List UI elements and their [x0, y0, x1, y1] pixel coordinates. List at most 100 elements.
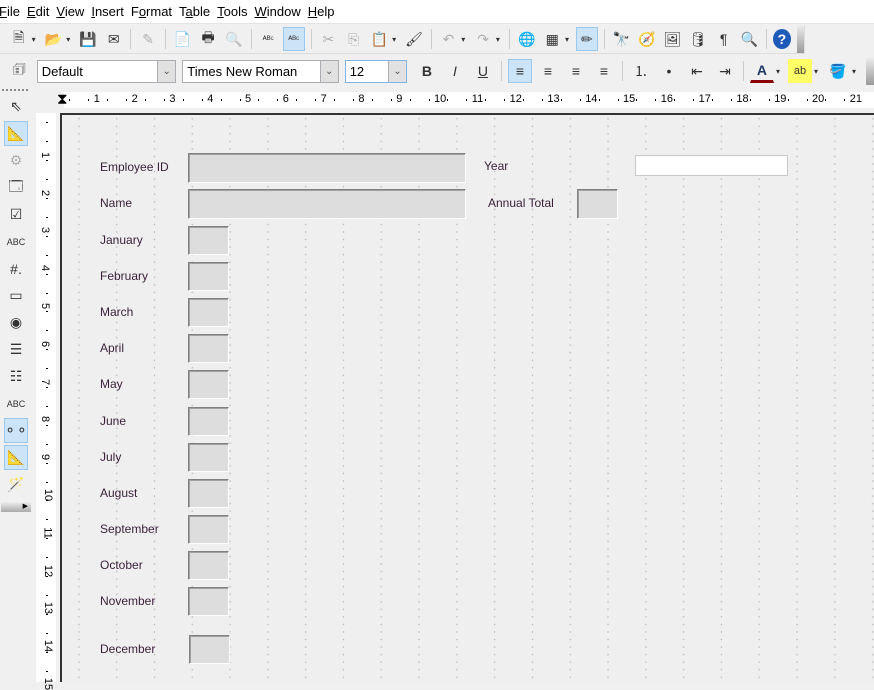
menu-format[interactable]: Format [131, 4, 179, 19]
label-field-icon[interactable]: ABC [4, 391, 28, 416]
november-field[interactable] [188, 587, 229, 616]
menu-insert[interactable]: Insert [91, 4, 131, 19]
save-icon[interactable]: 💾 [77, 27, 99, 51]
email-icon[interactable]: ✉ [103, 27, 125, 51]
align-right-icon[interactable]: ≡ [564, 59, 588, 83]
combo-box-icon[interactable]: ☷ [4, 364, 28, 389]
paste-icon[interactable]: 📋 [369, 27, 391, 51]
document-page[interactable]: Employee ID Name Year Annual Total Janua… [60, 113, 874, 682]
menu-tools[interactable]: Tools [217, 4, 254, 19]
april-field[interactable] [188, 334, 229, 364]
dropdown-arrow-icon[interactable]: ▾ [392, 35, 399, 44]
background-color-icon[interactable]: 🪣 [826, 59, 850, 83]
navigator-icon[interactable]: 🧭 [636, 27, 658, 51]
name-field[interactable] [188, 189, 466, 219]
font-size-select[interactable]: 12 ⌄ [344, 59, 407, 83]
bullets-icon[interactable]: • [657, 59, 681, 83]
tab-stop-icon[interactable]: ⧗ [57, 91, 68, 108]
chevron-down-icon[interactable]: ⌄ [319, 60, 338, 82]
print-icon[interactable]: 🖶 [197, 27, 219, 51]
february-field[interactable] [188, 262, 229, 292]
align-left-icon[interactable]: ≡ [507, 59, 532, 83]
horizontal-ruler[interactable]: ⧗ 1 2 3 4 5 6 7 8 9 10 11 12 13 14 15 16 17 18 19 20 21 [36, 90, 874, 110]
hyperlink-icon[interactable]: 🌐 [516, 27, 538, 51]
new-document-icon[interactable]: 🗎 [8, 27, 30, 51]
gallery-icon[interactable]: 🖼 [662, 27, 684, 51]
spellcheck-icon[interactable]: ᴬᴮᶜ [257, 27, 279, 51]
more-controls-icon[interactable]: ⚬⚬ [4, 418, 28, 443]
june-field[interactable] [188, 406, 229, 436]
august-field[interactable] [188, 478, 229, 508]
employee-id-field[interactable] [188, 153, 466, 183]
dropdown-arrow-icon[interactable]: ▾ [496, 35, 503, 44]
justify-icon[interactable]: ≡ [592, 59, 616, 83]
year-field[interactable] [635, 155, 788, 176]
underline-icon[interactable]: U [471, 59, 495, 83]
dropdown-arrow-icon[interactable]: ▾ [852, 67, 860, 76]
show-draw-functions-icon[interactable]: ✏ [576, 27, 598, 51]
chevron-down-icon[interactable]: ⌄ [157, 60, 176, 82]
bold-icon[interactable]: B [415, 59, 439, 83]
numbering-icon[interactable]: ⒈ [629, 59, 653, 83]
toolbar-overflow-grip[interactable] [796, 25, 804, 53]
chevron-down-icon[interactable]: ⌄ [387, 60, 406, 82]
menu-table[interactable]: Table [179, 4, 217, 19]
help-icon[interactable]: ? [772, 29, 791, 49]
formatting-marks-icon[interactable]: ¶ [713, 27, 735, 51]
toolbar-grip[interactable] [2, 89, 28, 91]
table-icon[interactable]: ▦ [541, 27, 563, 51]
december-field[interactable] [189, 635, 230, 664]
menu-edit[interactable]: Edit [27, 4, 56, 19]
dropdown-arrow-icon[interactable]: ▾ [814, 67, 822, 76]
design-mode-icon[interactable]: 📐 [4, 121, 28, 146]
dropdown-arrow-icon[interactable]: ▾ [66, 35, 73, 44]
find-replace-icon[interactable]: 🔭 [611, 27, 633, 51]
dropdown-arrow-icon[interactable]: ▾ [565, 35, 572, 44]
formatted-field-icon[interactable]: #. [4, 256, 28, 281]
dropdown-arrow-icon[interactable]: ▾ [32, 35, 39, 44]
checkbox-icon[interactable]: ☑ [4, 202, 28, 227]
form-properties-icon[interactable]: 🗔 [4, 175, 28, 200]
september-field[interactable] [188, 514, 229, 544]
menu-file[interactable]: File [0, 4, 27, 19]
push-button-icon[interactable]: ▭ [4, 283, 28, 308]
annual-total-field[interactable] [577, 189, 618, 219]
may-field[interactable] [188, 370, 229, 400]
menu-view[interactable]: View [56, 4, 91, 19]
cut-icon[interactable]: ✂ [317, 27, 339, 51]
october-field[interactable] [188, 550, 229, 580]
paragraph-style-select[interactable]: Default ⌄ [36, 59, 177, 83]
decrease-indent-icon[interactable]: ⇤ [685, 59, 709, 83]
redo-icon[interactable]: ↷ [472, 27, 494, 51]
dropdown-arrow-icon[interactable]: ▾ [461, 35, 468, 44]
option-button-icon[interactable]: ◉ [4, 310, 28, 335]
highlighting-icon[interactable]: ab [787, 59, 812, 83]
autospellcheck-icon[interactable]: ᴬᴮᶜ [282, 27, 305, 51]
font-name-select[interactable]: Times New Roman ⌄ [182, 59, 339, 83]
more-controls-arrow-icon[interactable]: ▶ [1, 502, 31, 512]
control-properties-icon[interactable]: ⚙ [4, 148, 28, 173]
dropdown-arrow-icon[interactable]: ▾ [776, 67, 784, 76]
font-color-icon[interactable]: A [749, 59, 774, 83]
italic-icon[interactable]: I [443, 59, 467, 83]
clone-formatting-icon[interactable]: 🖌 [403, 27, 425, 51]
january-field[interactable] [188, 226, 229, 255]
select-icon[interactable]: ⇖ [4, 94, 28, 119]
text-box-icon[interactable]: ABC [4, 229, 28, 254]
align-center-icon[interactable]: ≡ [536, 59, 560, 83]
increase-indent-icon[interactable]: ⇥ [713, 59, 737, 83]
print-preview-icon[interactable]: 🔍 [223, 27, 245, 51]
menu-help[interactable]: Help [308, 4, 342, 19]
edit-mode-icon[interactable]: ✎ [137, 27, 159, 51]
zoom-icon[interactable]: 🔍 [738, 27, 760, 51]
form-design-icon[interactable]: 📐 [4, 445, 28, 470]
vertical-ruler[interactable]: 1 2 3 4 5 6 7 8 9 10 11 12 13 14 15 [36, 113, 58, 690]
open-folder-icon[interactable]: 📂 [43, 27, 65, 51]
styles-icon[interactable]: 🗊 [8, 59, 31, 83]
export-pdf-icon[interactable]: 📄 [172, 27, 194, 51]
undo-icon[interactable]: ↶ [438, 27, 460, 51]
menu-window[interactable]: Window [255, 4, 308, 19]
toolbar-overflow-grip[interactable] [865, 57, 874, 85]
wizards-icon[interactable]: 🪄 [4, 472, 28, 497]
data-sources-icon[interactable]: 🛢 [687, 27, 709, 51]
